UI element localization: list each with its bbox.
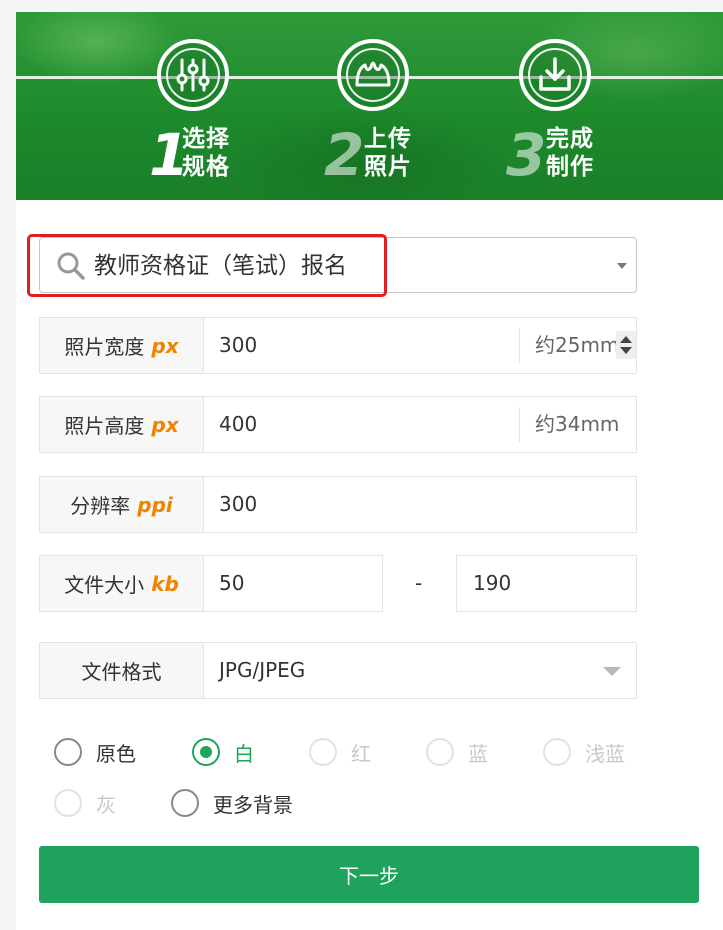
bg-radio-gray[interactable]: 灰 [54,787,116,819]
file-format-row[interactable]: 文件格式 JPG/JPEG [39,642,637,699]
unit-label: px [151,412,179,437]
photo-width-input[interactable]: 300 [219,318,257,373]
range-separator: - [415,571,423,595]
step-3: 3 完成 制作 [506,12,686,200]
step-number: 2 [324,121,365,189]
unit-label: px [151,333,179,358]
step-2: 2 上传 照片 [324,12,504,200]
radio-checked-icon[interactable] [192,738,220,766]
photo-width-label: 照片宽度 px [40,318,204,373]
unit-label: ppi [137,492,173,517]
radio-icon[interactable] [543,738,571,766]
radio-icon[interactable] [54,789,82,817]
chevron-down-icon [603,667,621,676]
photo-height-mm: 约34mm [519,407,636,442]
radio-icon[interactable] [426,738,454,766]
resolution-label: 分辨率 ppi [40,477,204,532]
photo-height-row: 照片高度 px 400 约34mm [39,396,637,453]
radio-icon[interactable] [54,738,82,766]
photo-tool-card: 1 选择 规格 2 上传 照片 3 完成 制作 教师资格证（笔试）报名 照片宽度… [16,12,723,930]
steps-banner: 1 选择 规格 2 上传 照片 3 完成 制作 [16,12,723,200]
resolution-input[interactable]: 300 [219,477,257,532]
bg-radio-white[interactable]: 白 [192,736,254,768]
spinner-down-icon[interactable] [620,347,632,354]
spinner-up-icon[interactable] [620,336,632,343]
number-spinner[interactable] [616,331,636,359]
file-size-min-input[interactable]: 50 [219,556,244,611]
sliders-icon [157,39,229,111]
next-step-button[interactable]: 下一步 [39,846,699,903]
spec-select[interactable]: 教师资格证（笔试）报名 [39,237,637,293]
step-number: 3 [506,121,547,189]
bg-radio-original[interactable]: 原色 [54,736,136,768]
resolution-row: 分辨率 ppi 300 [39,476,637,533]
radio-icon[interactable] [309,738,337,766]
download-icon [519,39,591,111]
chevron-down-icon [617,263,627,269]
step-label: 选择 规格 [182,126,230,180]
photo-width-row: 照片宽度 px 300 约25mm [39,317,637,374]
file-size-max-input[interactable]: 190 [456,555,637,612]
file-size-min-group: 文件大小 kb 50 [39,555,383,612]
radio-icon[interactable] [171,789,199,817]
bg-radio-blue[interactable]: 蓝 [426,736,488,768]
search-icon [57,252,85,280]
bg-radio-more[interactable]: 更多背景 [171,787,293,819]
file-format-select[interactable]: JPG/JPEG [219,643,305,698]
step-1: 1 选择 规格 [144,12,324,200]
file-size-label: 文件大小 kb [40,556,204,611]
file-format-label: 文件格式 [40,643,204,698]
upload-photo-icon [337,39,409,111]
photo-height-label: 照片高度 px [40,397,204,452]
photo-height-input[interactable]: 400 [219,397,257,452]
bg-radio-lightblue[interactable]: 浅蓝 [543,736,625,768]
spec-select-value: 教师资格证（笔试）报名 [94,253,347,279]
bg-radio-red[interactable]: 红 [309,736,371,768]
step-label: 上传 照片 [364,126,412,180]
file-size-row: 文件大小 kb 50 - 190 [39,555,637,612]
step-label: 完成 制作 [546,126,594,180]
unit-label: kb [151,571,179,596]
